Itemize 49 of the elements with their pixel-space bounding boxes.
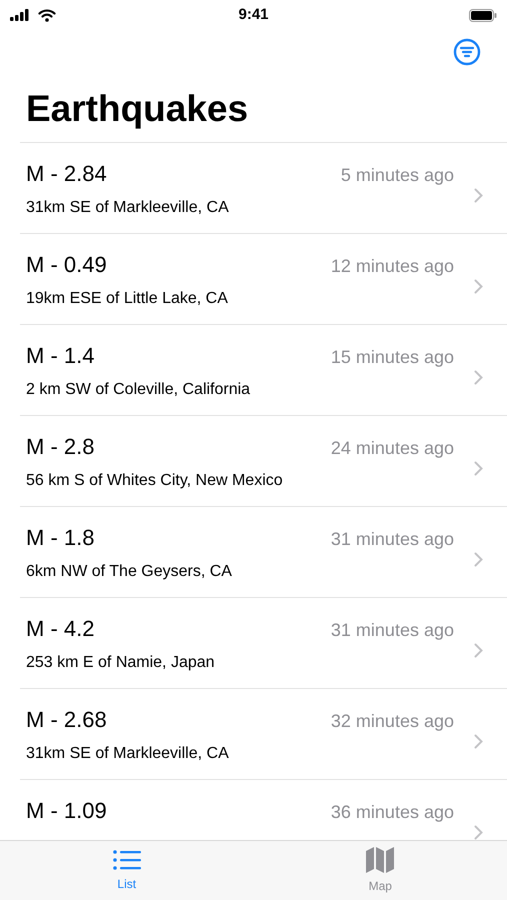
- time-text: 32 minutes ago: [330, 710, 454, 733]
- location-text: 56 km S of Whites City, New Mexico: [26, 470, 283, 490]
- signal-icon: [10, 9, 30, 21]
- earthquake-row[interactable]: M - 2.8 24 minutes ago 56 km S of Whites City, New Mexico: [20, 416, 507, 506]
- magnitude-text: M - 4.2: [26, 614, 94, 642]
- magnitude-text: M - 1.4: [26, 342, 94, 370]
- magnitude-text: M - 0.49: [26, 250, 107, 278]
- chevron-icon: [474, 460, 483, 476]
- list-icon: [112, 848, 141, 870]
- time-text: 15 minutes ago: [330, 346, 454, 369]
- time-text: 36 minutes ago: [330, 800, 454, 824]
- chevron-icon: [474, 370, 483, 384]
- chevron-icon: [474, 188, 483, 202]
- wifi-icon: [38, 8, 56, 22]
- magnitude-text: M - 2.8: [26, 432, 94, 460]
- time-text: 24 minutes ago: [330, 436, 454, 460]
- location-text: 31km SE of Markleeville, CA: [26, 198, 229, 218]
- time-text: 31 minutes ago: [330, 618, 454, 642]
- magnitude-text: M - 1.09: [26, 796, 107, 824]
- chevron-icon: [474, 824, 483, 840]
- chevron-icon: [474, 734, 483, 748]
- time-text: 12 minutes ago: [330, 254, 454, 278]
- magnitude-text: M - 2.84: [26, 160, 107, 188]
- filter-button[interactable]: [453, 38, 481, 66]
- filter-icon: [453, 38, 481, 66]
- magnitude-text: M - 2.68: [26, 706, 107, 734]
- earthquake-row[interactable]: M - 0.49 12 minutes ago 19km ESE of Little Lake, CA: [20, 234, 507, 324]
- earthquake-row[interactable]: M - 4.2 31 minutes ago 253 km E of Namie, Japan: [20, 598, 507, 688]
- location-text: 19km ESE of Little Lake, CA: [26, 288, 228, 308]
- map-icon: [366, 846, 394, 872]
- tab-bar-item[interactable]: List: [0, 841, 254, 900]
- status-time: 9:41: [238, 4, 269, 25]
- chevron-icon: [474, 278, 483, 294]
- magnitude-text: M - 1.8: [26, 524, 94, 552]
- earthquake-row[interactable]: M - 2.84 5 minutes ago 31km SE of Markleeville, CA: [20, 143, 507, 233]
- chevron-icon: [474, 642, 483, 658]
- earthquake-row[interactable]: M - 1.4 15 minutes ago 2 km SW of Coleville, California: [20, 325, 507, 415]
- time-text: 5 minutes ago: [340, 164, 454, 187]
- location-text: 253 km E of Namie, Japan: [26, 652, 215, 672]
- battery-icon: [469, 8, 497, 22]
- earthquake-row[interactable]: M - 2.68 32 minutes ago 31km SE of Markleeville, CA: [20, 689, 507, 779]
- location-text: 6km NW of The Geysers, CA: [26, 562, 232, 582]
- page-title: Earthquakes: [26, 90, 248, 126]
- earthquake-row[interactable]: M - 1.8 31 minutes ago 6km NW of The Geysers, CA: [20, 507, 507, 597]
- earthquake-row[interactable]: M - 1.09 36 minutes ago: [20, 780, 507, 840]
- location-text: 2 km SW of Coleville, California: [26, 380, 250, 400]
- chevron-icon: [474, 552, 483, 566]
- time-text: 31 minutes ago: [330, 528, 454, 551]
- location-text: 31km SE of Markleeville, CA: [26, 744, 229, 764]
